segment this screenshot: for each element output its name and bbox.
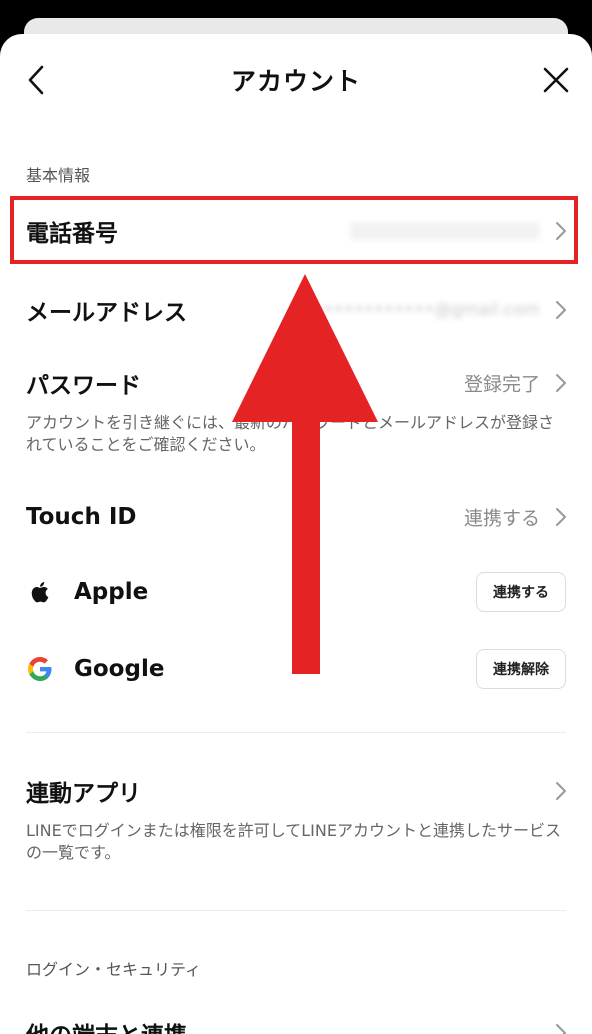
close-button[interactable] xyxy=(536,60,576,100)
chevron-right-icon xyxy=(556,782,566,800)
chevron-right-icon xyxy=(556,301,566,319)
phone-number-highlight-box xyxy=(10,196,578,264)
password-label: パスワード xyxy=(26,373,141,399)
section-label-login-security: ログイン・セキュリティ xyxy=(26,960,202,979)
other-devices-label: 他の端末と連携 xyxy=(26,1016,187,1034)
section-label-basic-info: 基本情報 xyxy=(26,166,91,185)
password-status: 登録完了 xyxy=(463,373,540,396)
google-icon xyxy=(28,657,52,681)
apple-icon xyxy=(31,582,49,603)
other-devices-row[interactable]: 他の端末と連携 xyxy=(0,1000,592,1034)
linked-apps-label: 連動アプリ xyxy=(26,781,141,807)
account-sheet: アカウント 基本情報 電話番号 メールアドレス ••••••••••••@gma… xyxy=(0,34,592,1034)
email-label: メールアドレス xyxy=(26,300,187,326)
page-title: アカウント xyxy=(230,67,361,96)
touch-id-label: Touch ID xyxy=(26,504,137,530)
navigation-bar: アカウント xyxy=(0,34,592,120)
divider xyxy=(26,910,566,911)
chevron-right-icon xyxy=(556,374,566,392)
google-label: Google xyxy=(74,656,165,682)
apple-label: Apple xyxy=(74,579,149,605)
apple-link-button[interactable]: 連携する xyxy=(476,572,566,612)
red-arrow-annotation xyxy=(232,274,378,674)
touch-id-status: 連携する xyxy=(463,507,540,530)
divider xyxy=(26,732,566,733)
chevron-right-icon xyxy=(556,508,566,526)
linked-apps-row[interactable]: 連動アプリ xyxy=(0,758,592,824)
linked-apps-description: LINEでログインまたは権限を許可してLINEアカウントと連携したサービスの一覧… xyxy=(26,821,561,862)
close-icon xyxy=(543,67,569,93)
google-unlink-button[interactable]: 連携解除 xyxy=(476,649,566,689)
